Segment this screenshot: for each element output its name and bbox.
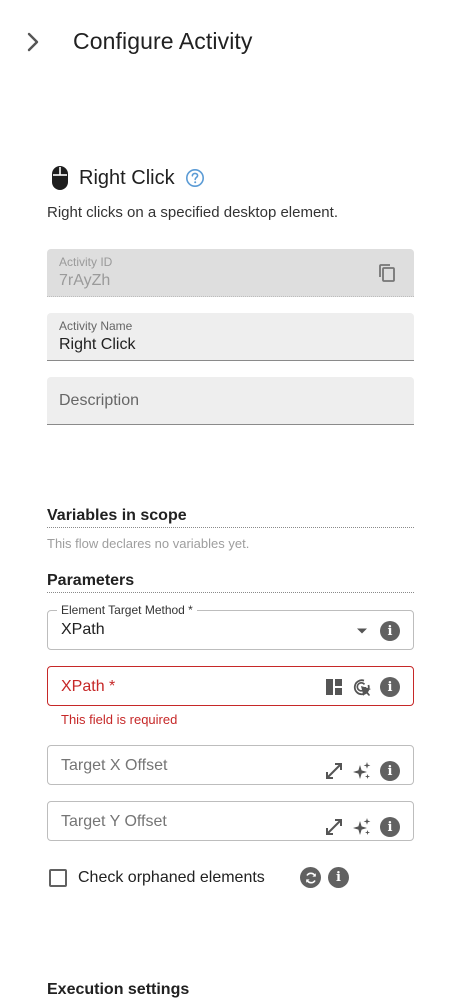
element-target-method-label: Element Target Method * xyxy=(57,603,197,617)
copy-icon[interactable] xyxy=(376,262,398,284)
target-y-offset-placeholder: Target Y Offset xyxy=(61,813,167,830)
parameters-section-title: Parameters xyxy=(47,572,414,593)
element-target-method-value: XPath xyxy=(61,621,105,638)
help-icon[interactable] xyxy=(185,168,205,188)
activity-id-value: 7rAyZh xyxy=(59,272,111,289)
info-icon[interactable]: i xyxy=(379,816,401,838)
element-picker-icon[interactable] xyxy=(351,676,373,698)
expand-icon[interactable] xyxy=(323,816,345,838)
check-orphaned-row: Check orphaned elements i xyxy=(47,866,414,890)
expand-icon[interactable] xyxy=(323,760,345,782)
page-title: Configure Activity xyxy=(73,28,253,54)
activity-name-field[interactable]: Activity Name Right Click xyxy=(47,313,414,361)
xpath-input[interactable]: XPath * i xyxy=(47,666,414,706)
target-y-offset-input[interactable]: Target Y Offset i xyxy=(47,801,414,841)
xpath-label: XPath * xyxy=(61,678,116,695)
execution-section-title: Execution settings xyxy=(47,981,190,998)
activity-heading: Right Click xyxy=(47,162,205,194)
activity-name-label: Activity Name xyxy=(59,319,133,333)
variables-note: This flow declares no variables yet. xyxy=(47,536,250,551)
panel-header: Configure Activity xyxy=(0,0,470,84)
variables-section-title: Variables in scope xyxy=(47,507,414,528)
activity-description: Right clicks on a specified desktop elem… xyxy=(47,204,338,221)
dropdown-arrow-icon[interactable] xyxy=(351,620,373,642)
activity-id-field: Activity ID 7rAyZh xyxy=(47,249,414,297)
chevron-right-icon[interactable] xyxy=(20,28,46,56)
target-x-offset-input[interactable]: Target X Offset i xyxy=(47,745,414,785)
mouse-icon xyxy=(49,164,71,192)
activity-name-value[interactable]: Right Click xyxy=(59,336,135,354)
description-field[interactable]: Description xyxy=(47,377,414,425)
info-icon[interactable]: i xyxy=(379,620,401,642)
refresh-icon[interactable] xyxy=(300,867,321,888)
check-orphaned-checkbox[interactable] xyxy=(49,869,67,887)
activity-name: Right Click xyxy=(79,166,175,189)
target-x-offset-placeholder: Target X Offset xyxy=(61,757,168,774)
element-target-method-select[interactable]: Element Target Method * XPath i xyxy=(47,603,414,650)
info-icon[interactable]: i xyxy=(328,867,349,888)
sparkle-icon[interactable] xyxy=(351,816,373,838)
info-icon[interactable]: i xyxy=(379,676,401,698)
info-icon[interactable]: i xyxy=(379,760,401,782)
description-placeholder: Description xyxy=(59,392,140,409)
sparkle-icon[interactable] xyxy=(351,760,373,782)
activity-id-label: Activity ID xyxy=(59,255,113,269)
xpath-error-message: This field is required xyxy=(61,712,178,727)
layout-picker-icon[interactable] xyxy=(323,676,345,698)
check-orphaned-label[interactable]: Check orphaned elements xyxy=(78,869,265,887)
